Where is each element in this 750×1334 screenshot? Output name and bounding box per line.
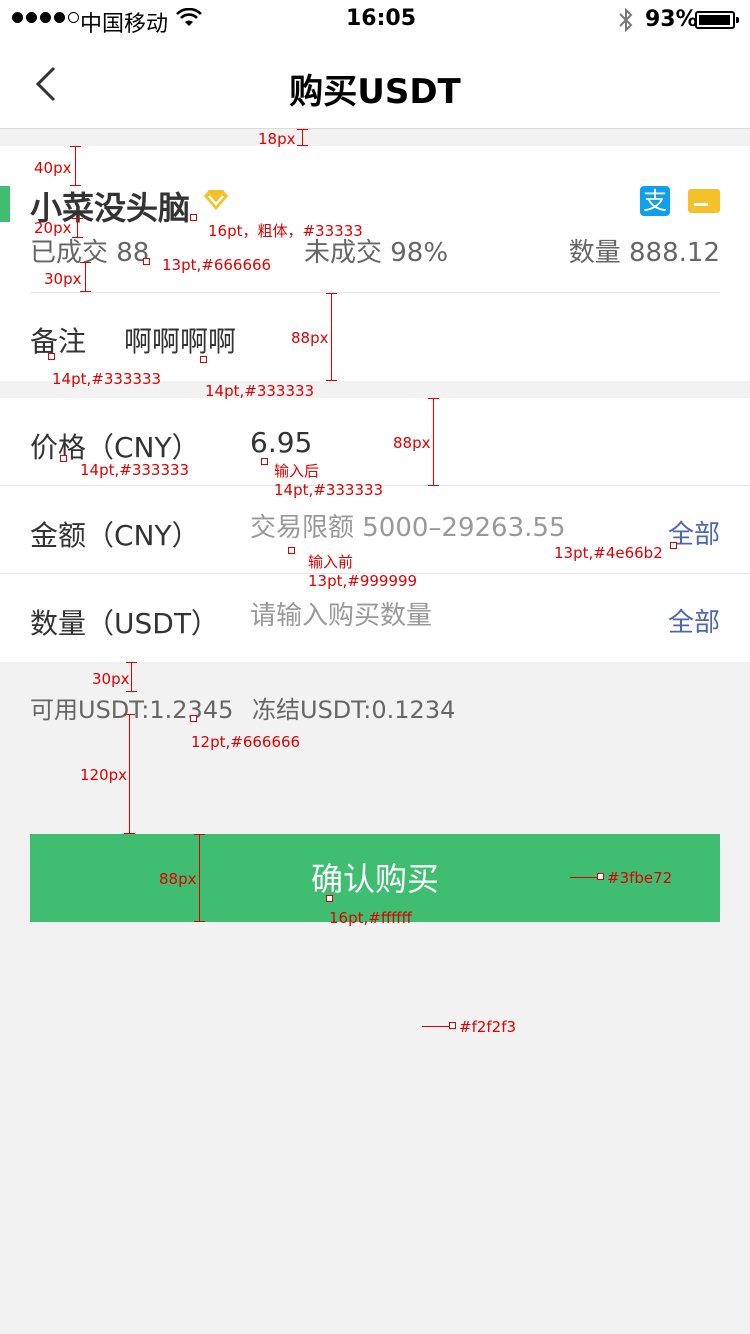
- annotation: 输入后: [274, 462, 320, 480]
- annotation: 16pt，粗体，#33333: [208, 222, 363, 240]
- annotation: 30px: [92, 670, 130, 688]
- annotation: 输入前: [308, 553, 354, 571]
- available-balance: 可用USDT:1.2345: [30, 696, 234, 724]
- bank-card-icon: [688, 189, 720, 213]
- spacing-marker: [72, 218, 83, 238]
- quantity-label: 数量（USDT）: [30, 607, 219, 640]
- completed-count: 已成交 88: [30, 238, 150, 268]
- spacing-marker: [297, 129, 308, 146]
- purchase-form: 价格（CNY） 6.95 金额（CNY） 全部 数量（USDT） 全部: [0, 398, 750, 662]
- annotation: #3fbe72: [607, 869, 673, 887]
- annotation: 30px: [44, 270, 82, 288]
- annotation: 88px: [291, 329, 329, 347]
- annotation: 40px: [34, 159, 72, 177]
- battery-percentage: 93%: [645, 7, 698, 32]
- annotation: 88px: [159, 870, 197, 888]
- alipay-icon: 支: [640, 186, 670, 216]
- spacing-marker: [80, 262, 91, 292]
- annotation: 13pt,#666666: [162, 256, 272, 274]
- clock: 16:05: [346, 6, 417, 31]
- spacing-marker: [126, 662, 137, 692]
- spacing-marker: [194, 834, 205, 922]
- price-value: 6.95: [250, 426, 313, 459]
- carrier-name: 中国移动: [80, 12, 169, 37]
- annotation: 16pt,#ffffff: [329, 909, 412, 927]
- annotation: 88px: [393, 434, 431, 452]
- spacing-marker: [70, 146, 81, 186]
- bluetooth-icon: [619, 7, 633, 33]
- seller-quantity: 数量 888.12: [568, 238, 720, 268]
- status-bar: 中国移动 16:05 93%: [0, 0, 750, 40]
- annotation: 13pt,#999999: [308, 572, 418, 590]
- amount-input[interactable]: [250, 508, 650, 548]
- spacing-marker: [326, 293, 337, 381]
- page-title: 购买USDT: [289, 72, 461, 112]
- annotation: 13pt,#4e66b2: [554, 544, 663, 562]
- frozen-balance: 冻结USDT:0.1234: [252, 696, 456, 724]
- annotation: 120px: [80, 766, 128, 784]
- seller-card: 小菜没头脑 支 已成交 88 未成交 98% 数量 888.12 备注 啊啊啊啊: [0, 146, 750, 381]
- wifi-icon: [176, 8, 202, 26]
- amount-label: 金额（CNY）: [30, 519, 200, 552]
- remark-label: 备注: [30, 325, 87, 358]
- annotation: 14pt,#333333: [274, 481, 384, 499]
- divider: [30, 292, 720, 293]
- quantity-input[interactable]: [250, 596, 650, 636]
- annotation: 12pt,#666666: [191, 733, 301, 751]
- signal-strength-icon: [12, 12, 79, 23]
- price-label: 价格（CNY）: [30, 431, 200, 464]
- annotation: 14pt,#333333: [52, 370, 162, 388]
- nav-bar: 购买USDT: [0, 40, 750, 129]
- remark-value: 啊啊啊啊: [124, 325, 237, 358]
- annotation: #f2f2f3: [459, 1018, 517, 1036]
- annotation: 14pt,#333333: [205, 382, 315, 400]
- battery-icon: [695, 11, 739, 29]
- spacing-marker: [428, 398, 439, 486]
- quantity-all-button[interactable]: 全部: [668, 602, 720, 639]
- annotation: 14pt,#333333: [80, 461, 190, 479]
- annotation: 18px: [258, 130, 296, 148]
- spacing-marker: [124, 714, 135, 834]
- annotation: 20px: [34, 219, 72, 237]
- diamond-icon: [204, 190, 228, 210]
- green-accent-bar: [0, 186, 10, 222]
